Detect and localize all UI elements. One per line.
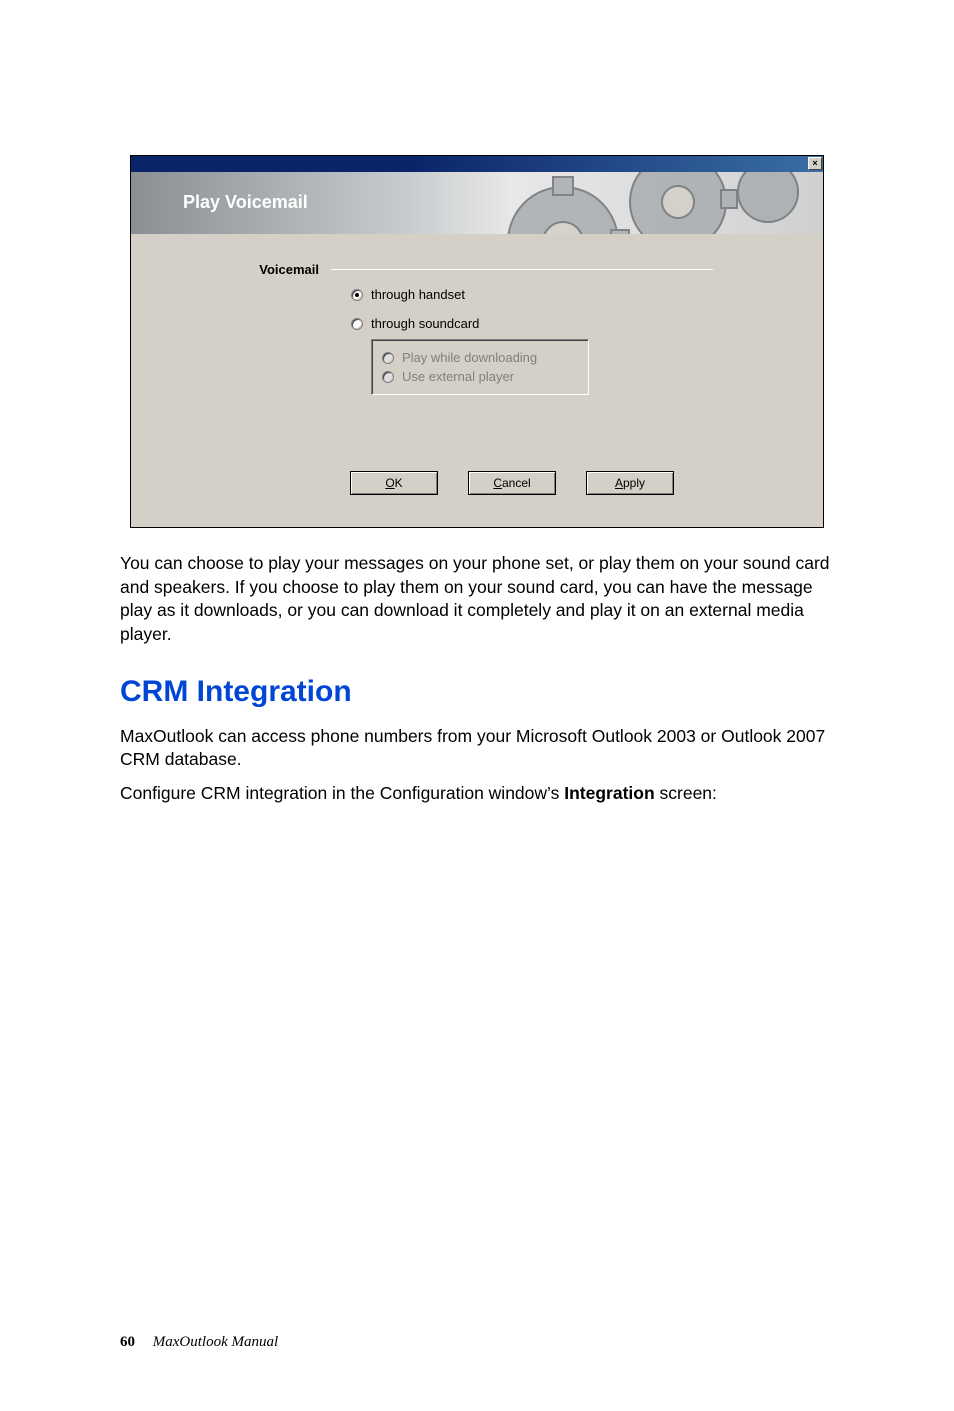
section-header: Voicemail xyxy=(171,262,783,277)
footer-title: MaxOutlook Manual xyxy=(153,1334,278,1350)
radio-through-soundcard[interactable]: through soundcard xyxy=(351,316,783,331)
radio-play-while-downloading: Play while downloading xyxy=(382,350,574,365)
radio-use-external-player: Use external player xyxy=(382,369,574,384)
cancel-button[interactable]: Cancel xyxy=(468,471,556,495)
radio-icon xyxy=(351,318,363,330)
play-voicemail-dialog: × Play Voicemail xyxy=(130,155,824,528)
radio-icon xyxy=(382,352,394,364)
text-bold: Integration xyxy=(564,783,654,803)
heading-crm-integration: CRM Integration xyxy=(120,675,834,709)
radio-label: through handset xyxy=(371,287,465,302)
button-row: OK Cancel Apply xyxy=(171,465,783,507)
paragraph-crm-description: MaxOutlook can access phone numbers from… xyxy=(120,725,834,772)
radio-through-handset[interactable]: through handset xyxy=(351,287,783,302)
paragraph-crm-configure: Configure CRM integration in the Configu… xyxy=(120,782,834,806)
radio-label: Use external player xyxy=(402,369,514,384)
divider xyxy=(331,269,713,270)
close-button[interactable]: × xyxy=(808,157,822,170)
dialog-body: Voicemail through handset through soundc… xyxy=(131,234,823,527)
dialog-titlebar: × xyxy=(131,156,823,172)
apply-button[interactable]: Apply xyxy=(586,471,674,495)
radio-label: Play while downloading xyxy=(402,350,537,365)
dialog-banner: Play Voicemail xyxy=(131,172,823,234)
section-label: Voicemail xyxy=(171,262,331,277)
soundcard-sub-options: Play while downloading Use external play… xyxy=(371,339,589,395)
paragraph-voicemail-explanation: You can choose to play your messages on … xyxy=(120,552,834,647)
radio-icon xyxy=(382,371,394,383)
text-post: screen: xyxy=(655,783,717,803)
options-group: through handset through soundcard Play w… xyxy=(171,287,783,395)
text-pre: Configure CRM integration in the Configu… xyxy=(120,783,564,803)
page-number: 60 xyxy=(120,1334,135,1350)
banner-title: Play Voicemail xyxy=(183,192,308,213)
gear-icon xyxy=(493,172,813,234)
page-footer: 60 MaxOutlook Manual xyxy=(120,1334,278,1351)
spacer xyxy=(171,395,783,465)
ok-button[interactable]: OK xyxy=(350,471,438,495)
radio-label: through soundcard xyxy=(371,316,479,331)
page: × Play Voicemail xyxy=(0,0,954,1411)
radio-icon xyxy=(351,289,363,301)
